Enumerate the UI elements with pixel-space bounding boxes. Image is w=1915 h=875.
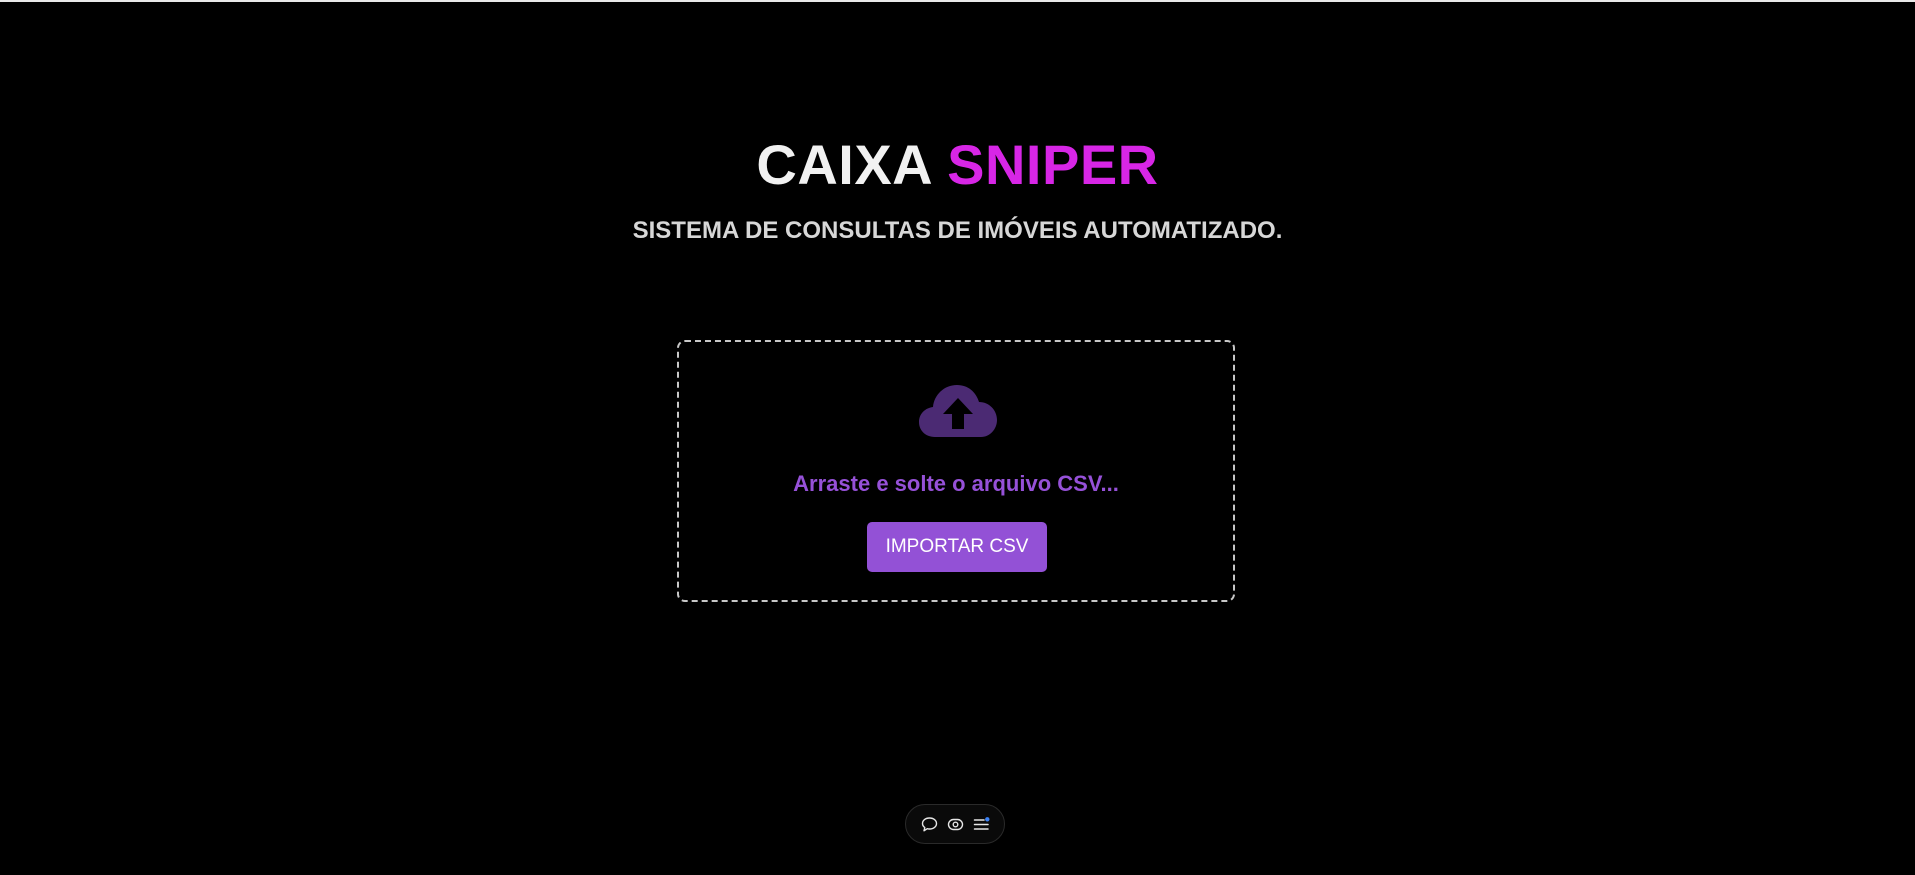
import-csv-button[interactable]: IMPORTAR CSV <box>867 522 1047 572</box>
chat-bubble-icon <box>921 816 937 831</box>
csv-dropzone[interactable]: Arraste e solte o arquivo CSV... IMPORTA… <box>677 340 1235 602</box>
eye-icon <box>947 818 963 830</box>
view-button[interactable] <box>944 813 966 835</box>
list-menu-icon <box>973 816 989 830</box>
cloud-upload-icon <box>919 385 997 437</box>
menu-button[interactable] <box>970 813 992 835</box>
app-title-primary: CAIXA <box>756 133 932 196</box>
floating-toolbar <box>905 804 1005 844</box>
dropzone-prompt: Arraste e solte o arquivo CSV... <box>793 471 1119 496</box>
page: CAIXA SNIPER SISTEMA DE CONSULTAS DE IMÓ… <box>0 0 1915 875</box>
app-title: CAIXA SNIPER <box>0 130 1915 200</box>
chat-button[interactable] <box>918 813 940 835</box>
notification-dot <box>984 816 989 821</box>
app-subtitle: SISTEMA DE CONSULTAS DE IMÓVEIS AUTOMATI… <box>632 217 1283 244</box>
app-title-accent: SNIPER <box>947 133 1159 196</box>
